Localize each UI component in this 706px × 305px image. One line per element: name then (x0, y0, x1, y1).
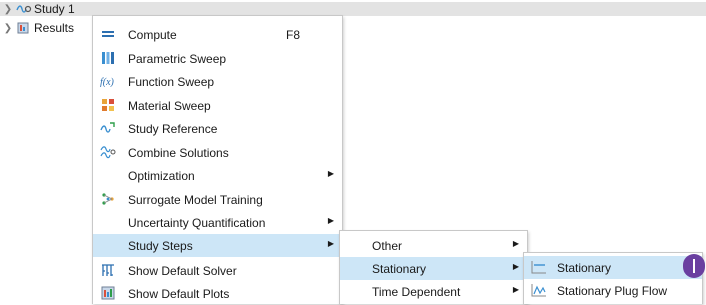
submenu-arrow-icon: ▶ (327, 239, 334, 248)
menu-item-stationary-group[interactable]: Stationary ▶ (340, 257, 527, 280)
submenu-arrow-icon: ▶ (512, 285, 519, 294)
menu-item-label: Combine Solutions (128, 146, 229, 160)
stationary-icon (531, 259, 547, 275)
default-solver-icon (100, 262, 116, 278)
submenu-arrow-icon: ▶ (327, 169, 334, 178)
menu-item-surrogate-model-training[interactable]: Surrogate Model Training (93, 188, 342, 211)
menu-item-material-sweep[interactable]: Material Sweep (93, 94, 342, 117)
menu-item-label: Show Default Plots (128, 287, 230, 301)
chevron-right-icon[interactable]: ❯ (2, 4, 14, 15)
study-reference-icon (100, 120, 116, 136)
default-plots-icon (100, 285, 116, 301)
menu-item-label: Compute (128, 28, 177, 42)
menu-item-label: Time Dependent (372, 285, 461, 299)
plug-flow-icon (531, 282, 547, 298)
menu-item-combine-solutions[interactable]: Combine Solutions (93, 141, 342, 164)
results-icon (16, 22, 32, 34)
menu-item-label: Optimization (128, 169, 195, 183)
shortcut-label: F8 (285, 28, 300, 42)
menu-item-function-sweep[interactable]: f(x) Function Sweep (93, 70, 342, 93)
menu-item-parametric-sweep[interactable]: Parametric Sweep (93, 47, 342, 70)
menu-item-show-default-solver[interactable]: Show Default Solver (93, 259, 342, 282)
stationary-submenu: Stationary Stationary Plug Flow (523, 252, 703, 304)
text-cursor-icon (683, 254, 705, 278)
menu-item-uncertainty-quantification[interactable]: Uncertainty Quantification ▶ (93, 211, 342, 234)
submenu-arrow-icon: ▶ (512, 262, 519, 271)
parametric-sweep-icon (100, 50, 116, 66)
surrogate-model-icon (100, 191, 116, 207)
tree-item-study[interactable]: ❯ Study 1 (0, 2, 706, 16)
context-menu: Compute F8 Parametric Sweep f(x) Functio… (92, 15, 343, 304)
menu-item-other[interactable]: Other ▶ (340, 234, 527, 257)
submenu-arrow-icon: ▶ (512, 239, 519, 248)
menu-item-label: Study Steps (128, 239, 193, 253)
menu-item-label: Stationary (557, 261, 612, 275)
combine-solutions-icon (100, 144, 116, 160)
compute-icon (100, 26, 116, 42)
menu-item-show-default-plots[interactable]: Show Default Plots (93, 282, 342, 305)
menu-item-label: Stationary Plug Flow (557, 284, 668, 298)
tree-item-label: Study 1 (34, 2, 75, 16)
menu-item-study-reference[interactable]: Study Reference (93, 117, 342, 140)
chevron-right-icon[interactable]: ❯ (2, 23, 14, 34)
menu-item-stationary-plug-flow[interactable]: Stationary Plug Flow (524, 279, 702, 302)
menu-item-label: Show Default Solver (128, 264, 237, 278)
menu-item-label: Other (372, 239, 403, 253)
menu-item-time-dependent[interactable]: Time Dependent ▶ (340, 280, 527, 303)
menu-item-compute[interactable]: Compute F8 (93, 23, 342, 46)
tree-item-results[interactable]: ❯ Results (0, 21, 74, 35)
menu-item-label: Study Reference (128, 122, 218, 136)
function-sweep-icon: f(x) (100, 73, 116, 89)
menu-item-optimization[interactable]: Optimization ▶ (93, 164, 342, 187)
material-sweep-icon (100, 97, 116, 113)
svg-text:f(x): f(x) (100, 77, 115, 87)
study-icon (16, 3, 32, 15)
menu-item-label: Uncertainty Quantification (128, 216, 266, 230)
study-steps-submenu: Other ▶ Stationary ▶ Time Dependent ▶ (339, 230, 528, 304)
menu-item-label: Function Sweep (128, 75, 215, 89)
tree-item-label: Results (34, 21, 75, 35)
menu-item-study-steps[interactable]: Study Steps ▶ (93, 234, 342, 257)
menu-item-label: Stationary (372, 262, 427, 276)
menu-item-label: Surrogate Model Training (128, 193, 263, 207)
menu-item-label: Material Sweep (128, 99, 211, 113)
submenu-arrow-icon: ▶ (327, 216, 334, 225)
menu-item-stationary[interactable]: Stationary (524, 256, 702, 279)
menu-item-label: Parametric Sweep (128, 52, 227, 66)
